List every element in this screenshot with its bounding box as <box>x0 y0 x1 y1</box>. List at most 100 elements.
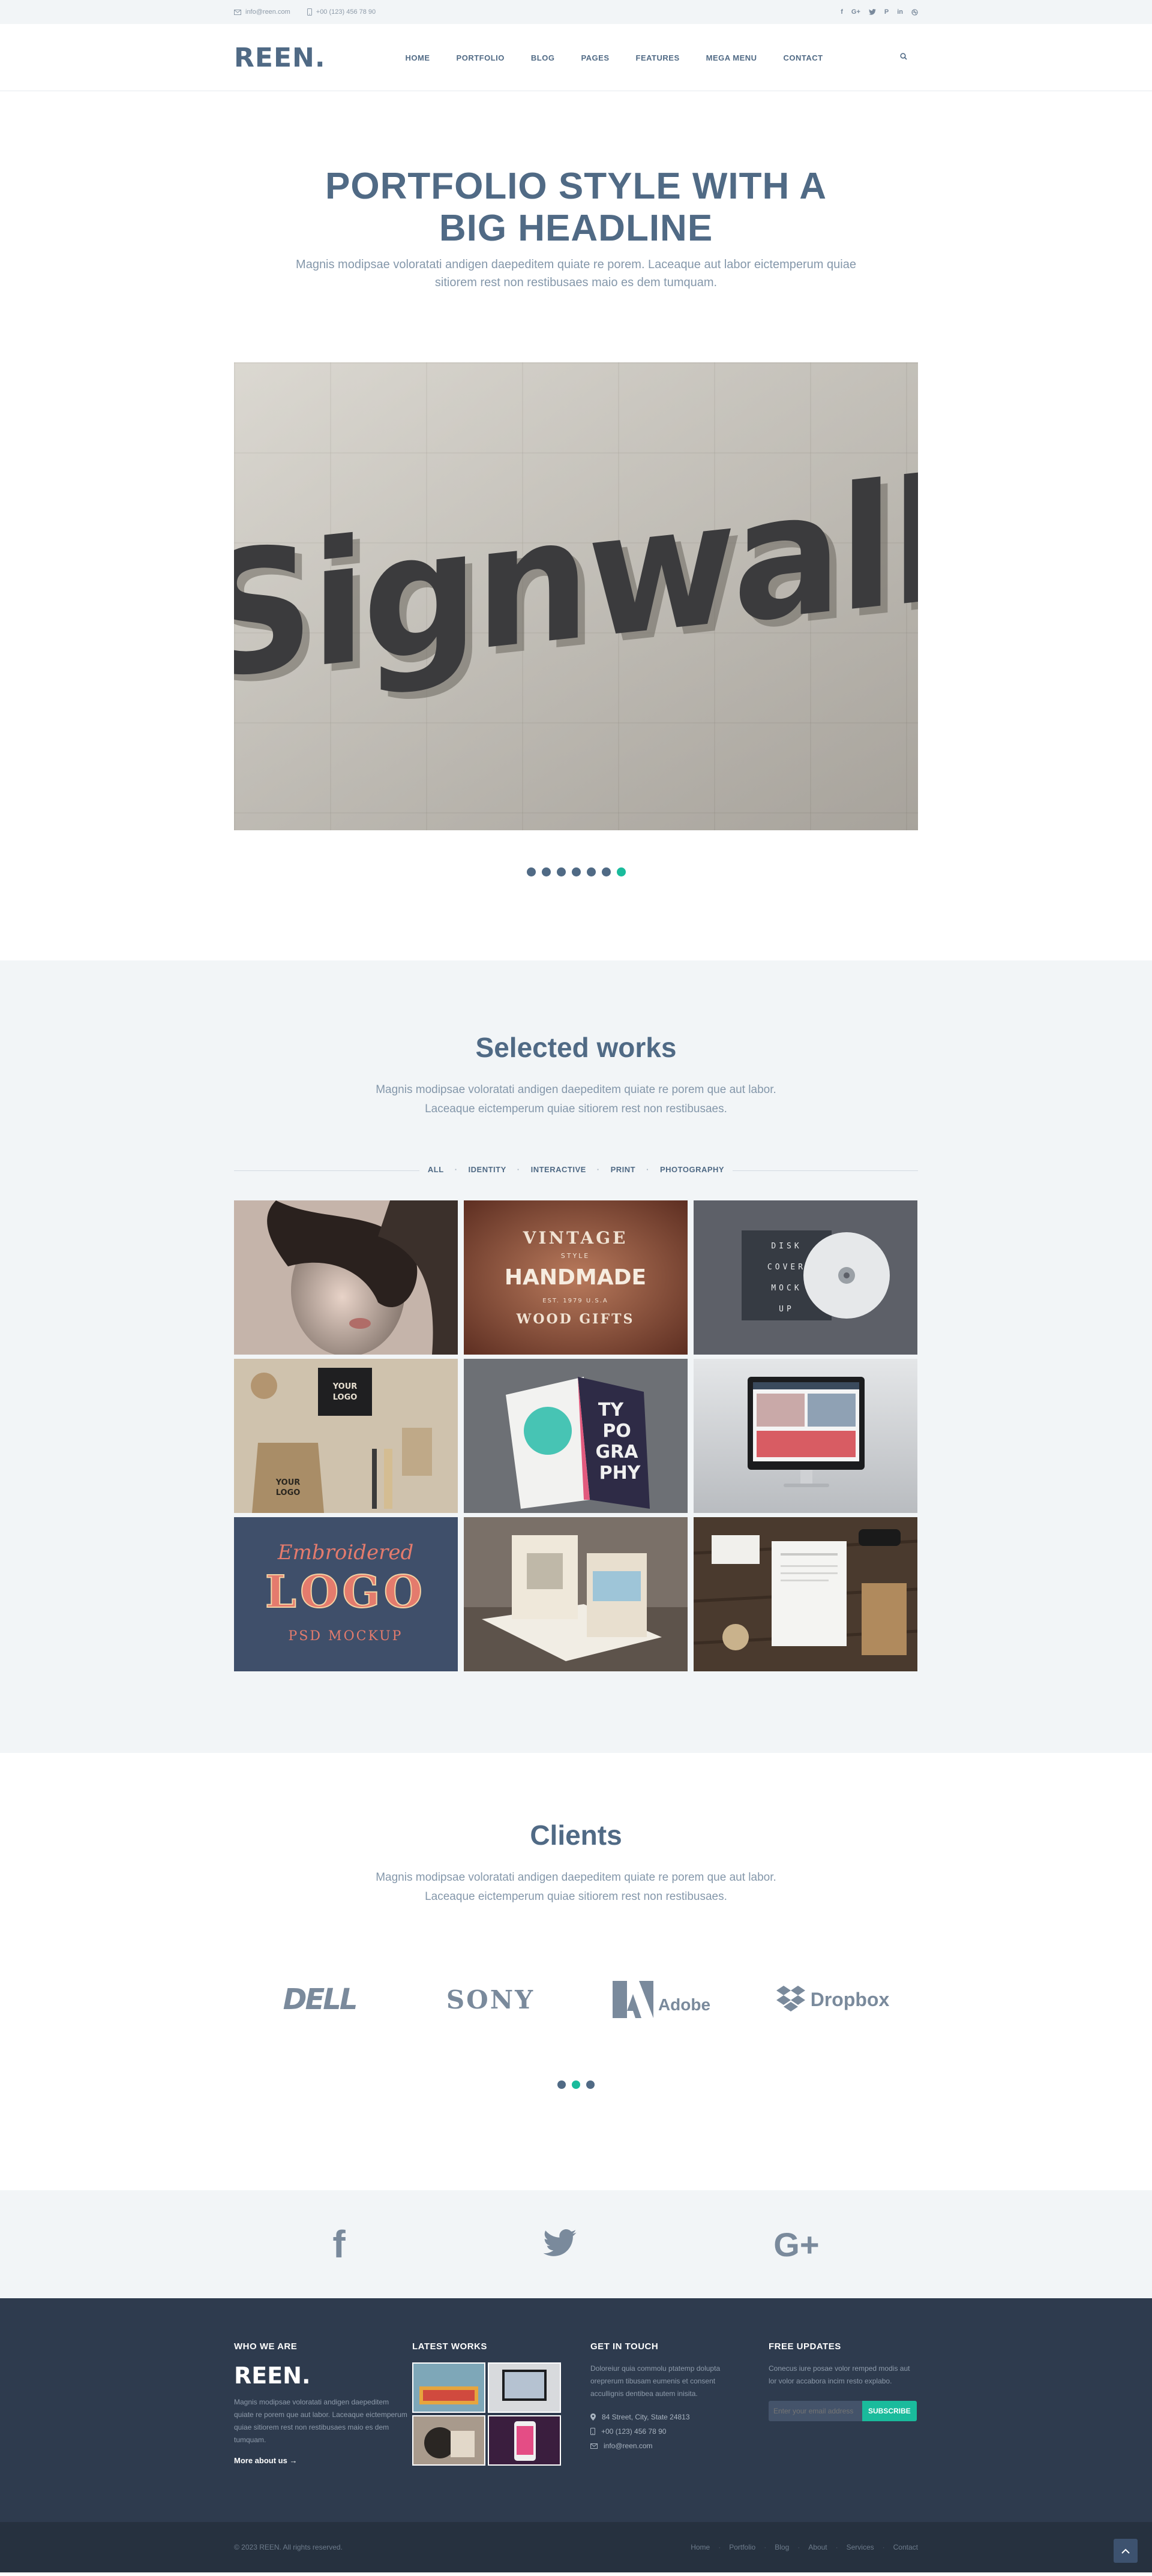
google-plus-icon[interactable]: G+ <box>851 8 860 16</box>
dribbble-icon[interactable] <box>911 8 918 16</box>
portfolio-item-disk-cover[interactable]: DISK COVER MOCK UP <box>694 1200 917 1355</box>
nav-mega-menu[interactable]: MEGA MENU <box>706 53 757 62</box>
filter-interactive[interactable]: INTERACTIVE <box>531 1165 586 1174</box>
pinterest-icon[interactable]: P <box>884 8 889 16</box>
portfolio-item-typography-brochure[interactable]: TY PO GRA PHY <box>464 1359 688 1513</box>
slider-dot[interactable] <box>541 867 551 876</box>
social-bar: f G+ <box>0 2190 1152 2298</box>
filter-print[interactable]: PRINT <box>611 1165 636 1174</box>
tile5-line4: PHY <box>599 1463 641 1484</box>
site-logo[interactable]: REEN. <box>234 43 326 73</box>
newsletter-form: SUBSCRIBE <box>769 2401 918 2421</box>
slider-dot[interactable] <box>616 867 626 876</box>
latest-work-thumb[interactable] <box>488 2415 561 2466</box>
hero-section: PORTFOLIO STYLE WITH A BIG HEADLINE Magn… <box>0 91 1152 876</box>
portfolio-filters: ALL · IDENTITY · INTERACTIVE · PRINT · PHOTO… <box>234 1164 918 1176</box>
client-logo-sony[interactable]: SONY <box>405 1978 576 2020</box>
portfolio-item-book-mockup[interactable] <box>464 1517 688 1671</box>
footer-link-about[interactable]: About <box>808 2543 827 2551</box>
footer-who-heading: WHO WE ARE <box>234 2341 298 2352</box>
client-logo-dell[interactable]: DELL <box>234 1978 405 2020</box>
tile5-line3: GRA <box>596 1442 639 1463</box>
nav-portfolio[interactable]: PORTFOLIO <box>457 53 505 62</box>
footer-link-blog[interactable]: Blog <box>775 2543 789 2551</box>
main-nav: HOME PORTFOLIO BLOG PAGES FEATURES MEGA … <box>406 53 823 62</box>
clients-dot[interactable] <box>557 2080 566 2089</box>
topbar-phone-text: +00 (123) 456 78 90 <box>316 8 376 16</box>
subscribe-button[interactable]: SUBSCRIBE <box>862 2401 917 2421</box>
filter-all[interactable]: ALL <box>428 1165 444 1174</box>
portfolio-item-embroidered-logo[interactable]: Embroidered LOGO PSD MOCKUP <box>234 1517 458 1671</box>
topbar-email[interactable]: info@reen.com <box>234 8 290 16</box>
footer-touch-heading: GET IN TOUCH <box>590 2341 659 2352</box>
portfolio-item-website-monitor[interactable] <box>694 1359 917 1513</box>
client-logo-adobe[interactable]: Adobe <box>576 1978 747 2020</box>
topbar-phone: +00 (123) 456 78 90 <box>307 8 376 16</box>
clients-section: Clients Magnis modipsae voloratati andig… <box>0 1753 1152 2190</box>
linkedin-icon[interactable]: in <box>897 8 903 16</box>
search-icon[interactable] <box>900 52 907 63</box>
tile2-line3: HANDMADE <box>505 1265 646 1290</box>
newsletter-email-input[interactable] <box>769 2401 862 2421</box>
clients-title: Clients <box>530 1820 622 1851</box>
facebook-icon[interactable]: f <box>841 8 843 16</box>
latest-work-thumb[interactable] <box>412 2362 485 2413</box>
footer-who-text: Magnis modipsae voloratati andigen daepe… <box>234 2398 407 2444</box>
tile2-line2: STYLE <box>561 1252 590 1260</box>
latest-work-thumb[interactable] <box>488 2362 561 2413</box>
slider-dot[interactable] <box>571 867 581 876</box>
footer-phone-text: +00 (123) 456 78 90 <box>601 2427 667 2436</box>
footer-updates-text: Conecus iure posae volor remped modis au… <box>769 2364 910 2385</box>
tile7-line1: Embroidered <box>277 1541 413 1565</box>
nav-contact[interactable]: CONTACT <box>784 53 823 62</box>
hero-title-line2: BIG HEADLINE <box>439 208 713 249</box>
footer-link-services[interactable]: Services <box>847 2543 874 2551</box>
twitter-icon[interactable] <box>868 9 876 15</box>
tile4-line2: LOGO <box>333 1393 358 1402</box>
slider-dot[interactable] <box>601 867 611 876</box>
tile3-line4: UP <box>779 1305 794 1314</box>
clients-dot[interactable] <box>572 2080 580 2089</box>
portfolio-item-stationery[interactable] <box>694 1517 917 1671</box>
chevron-up-icon <box>1121 2548 1130 2554</box>
hero-slider[interactable]: Signwall Signwall <box>234 362 918 830</box>
works-title: Selected works <box>475 1032 677 1063</box>
portfolio-item-vintage-handmade[interactable]: VINTAGE STYLE HANDMADE EST. 1979 U.S.A W… <box>464 1200 688 1355</box>
nav-pages[interactable]: PAGES <box>581 53 609 62</box>
nav-home[interactable]: HOME <box>406 53 430 62</box>
facebook-icon[interactable]: f <box>332 2222 345 2266</box>
works-subtitle-line1: Magnis modipsae voloratati andigen daepe… <box>376 1083 776 1096</box>
slider-dot[interactable] <box>586 867 596 876</box>
works-subtitle-line2: Laceaque eictemperum quiae sitiorem rest… <box>425 1103 727 1115</box>
clients-dot[interactable] <box>586 2080 595 2089</box>
nav-blog[interactable]: BLOG <box>531 53 555 62</box>
footer-email[interactable]: info@reen.com <box>590 2439 769 2453</box>
footer-link-contact[interactable]: Contact <box>893 2543 918 2551</box>
footer-updates-heading: FREE UPDATES <box>769 2341 841 2352</box>
portfolio-item-identity-kit[interactable]: YOUR LOGO YOUR LOGO <box>234 1359 458 1513</box>
more-about-us-link[interactable]: More about us → <box>234 2456 297 2465</box>
twitter-icon[interactable] <box>542 2229 577 2260</box>
slider-dot[interactable] <box>556 867 566 876</box>
slider-dot[interactable] <box>526 867 536 876</box>
tile2-line1: VINTAGE <box>523 1228 628 1248</box>
client-logo-dropbox[interactable]: Dropbox <box>747 1978 918 2020</box>
works-subtitle: Magnis modipsae voloratati andigen daepe… <box>0 1080 1152 1119</box>
footer-logo[interactable]: REEN. <box>234 2362 412 2389</box>
tile3-line2: COVER <box>767 1263 806 1272</box>
client-logos: DELL SONY Adobe Dropbox <box>234 1978 918 2020</box>
footer-link-portfolio[interactable]: Portfolio <box>729 2543 755 2551</box>
clients-subtitle: Magnis modipsae voloratati andigen daepe… <box>0 1868 1152 1907</box>
scroll-to-top-button[interactable] <box>1114 2539 1138 2563</box>
works-section: Selected works Magnis modipsae voloratat… <box>0 960 1152 1753</box>
latest-work-thumb[interactable] <box>412 2415 485 2466</box>
dropbox-mark-icon <box>776 1986 805 2011</box>
footer-link-home[interactable]: Home <box>691 2543 710 2551</box>
google-plus-icon[interactable]: G+ <box>773 2225 819 2264</box>
portfolio-item-portrait[interactable] <box>234 1200 458 1355</box>
nav-features[interactable]: FEATURES <box>636 53 680 62</box>
filter-photography[interactable]: PHOTOGRAPHY <box>660 1165 724 1174</box>
tile5-line1: TY <box>598 1400 624 1421</box>
slider-pagination <box>0 867 1152 876</box>
filter-identity[interactable]: IDENTITY <box>469 1165 506 1174</box>
